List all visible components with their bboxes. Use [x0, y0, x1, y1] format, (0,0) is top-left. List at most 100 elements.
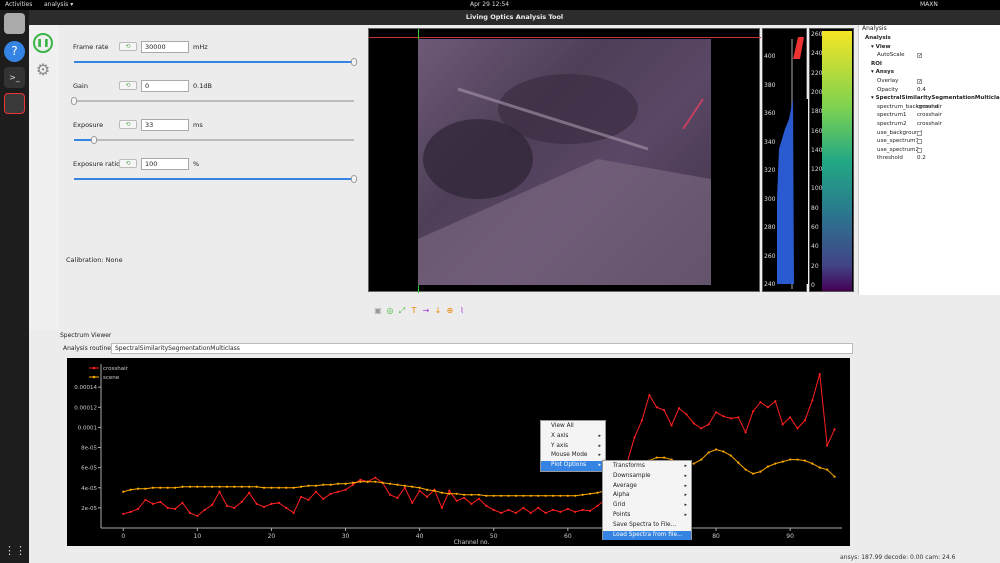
clock[interactable]: Apr 29 12:54 [470, 1, 509, 8]
image-view[interactable] [368, 28, 761, 293]
data-point-scene [663, 456, 666, 459]
tree-value[interactable]: crosshair [917, 103, 942, 112]
crosshair-icon[interactable]: ⊕ [444, 306, 456, 315]
tree-row[interactable]: ▾ SpectralSimilaritySegmentationMulticla… [859, 94, 1000, 103]
text-tool-icon[interactable]: T [408, 306, 420, 315]
submenu-item[interactable]: Points ▸ [603, 511, 691, 521]
unit-label: mHz [193, 43, 208, 51]
reset-button[interactable]: ⟲ [119, 159, 137, 168]
value-spinbox[interactable]: 33 [141, 119, 189, 131]
pause-button[interactable]: ❚❚ [33, 33, 53, 53]
histogram-right[interactable]: 260 240 220 200 180 160 140 120 100 80 60 40 20 0 [809, 28, 854, 292]
data-point-crosshair [240, 500, 243, 503]
tree-checkbox[interactable] [917, 147, 922, 153]
terminal-icon[interactable]: >_ [4, 67, 25, 88]
data-point-scene [233, 485, 236, 488]
context-menu-item[interactable]: X axis ▸ [541, 432, 605, 442]
submenu-item[interactable]: Alpha ▸ [603, 491, 691, 501]
app-menu[interactable]: analysis ▾ [44, 1, 73, 8]
tree-row[interactable]: Overlay ✓ [859, 77, 1000, 86]
reset-button[interactable]: ⟲ [119, 120, 137, 129]
histogram-tick: 120 [811, 166, 823, 174]
data-point-scene [292, 486, 295, 489]
context-menu-item[interactable]: Mouse Mode ▸ [541, 451, 605, 461]
histogram-tick: 260 [764, 252, 776, 260]
activities-button[interactable]: Activities [5, 1, 32, 8]
plot-context-menu: View All X axis ▸ Y axis ▸ Mouse Mode ▸ Plot Op… [540, 420, 606, 472]
roi-line-horizontal[interactable] [369, 37, 761, 38]
histogram-tick: 0 [811, 281, 815, 289]
data-point-scene [500, 494, 503, 497]
snapshot-icon[interactable]: ▣ [372, 306, 384, 315]
tree-row[interactable]: use_spectrum1 [859, 137, 1000, 146]
submenu-item[interactable]: Transforms ▸ [603, 462, 691, 472]
value-spinbox[interactable]: 0 [141, 80, 189, 92]
reset-button[interactable]: ⟲ [119, 81, 137, 90]
app-grid-icon[interactable]: ⋮⋮ [4, 540, 26, 561]
fit-icon[interactable]: ⤢ [396, 306, 408, 316]
files-icon[interactable] [4, 13, 25, 34]
help-icon[interactable]: ? [4, 41, 25, 62]
tree-row[interactable]: ROI [859, 60, 1000, 69]
value-slider[interactable] [74, 58, 357, 66]
camera-app-icon[interactable] [4, 93, 25, 114]
reset-button[interactable]: ⟲ [119, 42, 137, 51]
tree-checkbox[interactable]: ✓ [917, 53, 922, 59]
data-point-crosshair [574, 510, 577, 514]
tree-row[interactable]: Analysis [859, 34, 1000, 43]
camera-image[interactable] [418, 39, 711, 285]
tree-row[interactable]: use_background [859, 129, 1000, 138]
value-slider[interactable] [74, 136, 354, 144]
submenu-item[interactable]: Save Spectra to File... [603, 521, 691, 531]
slider-handle[interactable] [71, 97, 77, 105]
arrow-down-icon[interactable]: ↓ [432, 306, 444, 315]
record-icon[interactable]: ◎ [384, 306, 396, 315]
data-point-crosshair [781, 423, 784, 426]
submenu-item[interactable]: Load Spectra from file... [603, 530, 691, 541]
submenu-item[interactable]: Average ▸ [603, 482, 691, 492]
tree-value[interactable]: 0.2 [917, 154, 926, 163]
tree-row[interactable]: ▾ Ansys [859, 68, 1000, 77]
data-point-crosshair [203, 508, 206, 511]
spectrum-plot[interactable]: 01020304050607080902e-054e-056e-058e-050… [67, 358, 850, 546]
tree-row[interactable]: spectrum2 crosshair [859, 120, 1000, 129]
arrow-right-icon[interactable]: → [420, 306, 432, 315]
tree-value[interactable]: 0.4 [917, 86, 926, 95]
analysis-routine-select[interactable]: SpectralSimilaritySegmentationMulticlass [111, 343, 853, 354]
tree-checkbox[interactable] [917, 139, 922, 145]
submenu-item[interactable]: Downsample ▸ [603, 472, 691, 482]
data-point-scene [418, 486, 421, 489]
context-menu-item[interactable]: View All [541, 422, 605, 432]
tree-checkbox[interactable] [917, 130, 922, 136]
settings-gear-icon[interactable]: ⚙ [33, 60, 53, 80]
data-point-scene [448, 492, 451, 495]
histogram-tick: 220 [811, 69, 823, 77]
tree-value[interactable]: crosshair [917, 120, 942, 129]
value-spinbox[interactable]: 100 [141, 158, 189, 170]
data-point-crosshair [248, 491, 251, 494]
value-spinbox[interactable]: 30000 [141, 41, 189, 53]
data-point-crosshair [500, 511, 503, 515]
tree-value[interactable]: crosshair [917, 111, 942, 120]
tree-checkbox[interactable]: ✓ [917, 79, 922, 85]
tree-row[interactable]: use_spectrum2 [859, 146, 1000, 155]
slider-handle[interactable] [351, 58, 357, 66]
submenu-item[interactable]: Grid ▸ [603, 501, 691, 511]
histogram-left[interactable]: 400 380 360 340 320 300 280 260 240 [762, 28, 808, 292]
power-mode[interactable]: MAXN [920, 1, 938, 8]
chart-icon[interactable]: ⌇ [456, 306, 468, 315]
tree-row[interactable]: Opacity 0.4 [859, 86, 1000, 95]
tree-row[interactable]: spectrum1 crosshair [859, 111, 1000, 120]
value-slider[interactable] [74, 175, 357, 183]
context-menu-item[interactable]: Y axis ▸ [541, 442, 605, 452]
context-menu-item[interactable]: Plot Options ▸ [541, 461, 605, 471]
slider-handle[interactable] [351, 175, 357, 183]
series-line-scene[interactable] [123, 448, 835, 497]
tree-row[interactable]: spectrum_background crosshair [859, 103, 1000, 112]
tree-row[interactable]: ▾ View [859, 43, 1000, 52]
slider-handle[interactable] [90, 136, 97, 144]
tree-row[interactable]: threshold 0.2 [859, 154, 1000, 163]
tree-row[interactable]: AutoScale ✓ [859, 51, 1000, 60]
value-slider[interactable] [71, 97, 354, 105]
data-point-scene [425, 488, 429, 491]
